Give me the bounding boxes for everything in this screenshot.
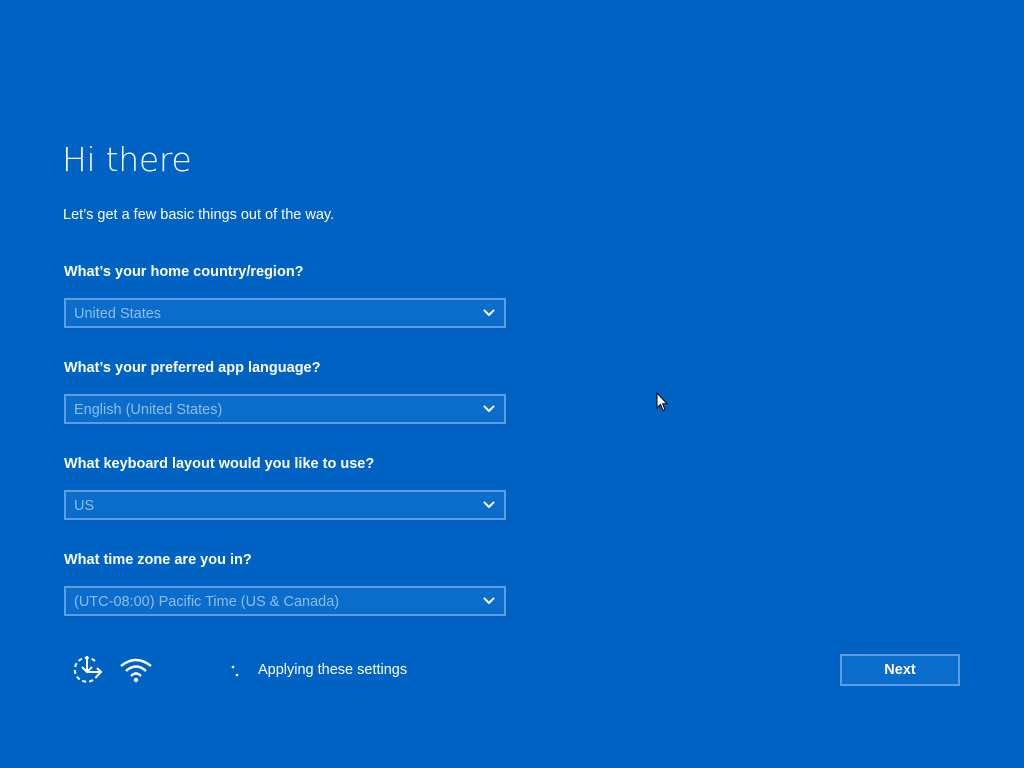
chevron-down-icon xyxy=(483,501,495,509)
wifi-icon[interactable] xyxy=(118,656,154,684)
country-region-label: What’s your home country/region? xyxy=(64,264,304,280)
ease-of-access-icon[interactable] xyxy=(70,654,106,686)
time-zone-value: (UTC-08:00) Pacific Time (US & Canada) xyxy=(74,594,340,610)
mouse-cursor-icon xyxy=(656,392,668,412)
page-subtitle: Let’s get a few basic things out of the … xyxy=(63,207,335,223)
app-language-dropdown[interactable]: English (United States) xyxy=(64,394,506,424)
setup-screen: Hi there Let’s get a few basic things ou… xyxy=(0,0,1024,768)
chevron-down-icon xyxy=(483,309,495,317)
chevron-down-icon xyxy=(483,597,495,605)
keyboard-layout-value: US xyxy=(74,498,95,514)
status-text: Applying these settings xyxy=(258,662,408,678)
chevron-down-icon xyxy=(483,405,495,413)
app-language-label: What’s your preferred app language? xyxy=(64,360,321,376)
keyboard-layout-dropdown[interactable]: US xyxy=(64,490,506,520)
keyboard-layout-label: What keyboard layout would you like to u… xyxy=(64,456,375,472)
next-button[interactable]: Next xyxy=(840,654,960,686)
time-zone-dropdown[interactable]: (UTC-08:00) Pacific Time (US & Canada) xyxy=(64,586,506,616)
country-region-value: United States xyxy=(74,306,162,322)
app-language-value: English (United States) xyxy=(74,402,223,418)
progress-spinner-icon xyxy=(231,665,239,677)
country-region-dropdown[interactable]: United States xyxy=(64,298,506,328)
time-zone-label: What time zone are you in? xyxy=(64,552,252,568)
page-title: Hi there xyxy=(62,140,192,179)
